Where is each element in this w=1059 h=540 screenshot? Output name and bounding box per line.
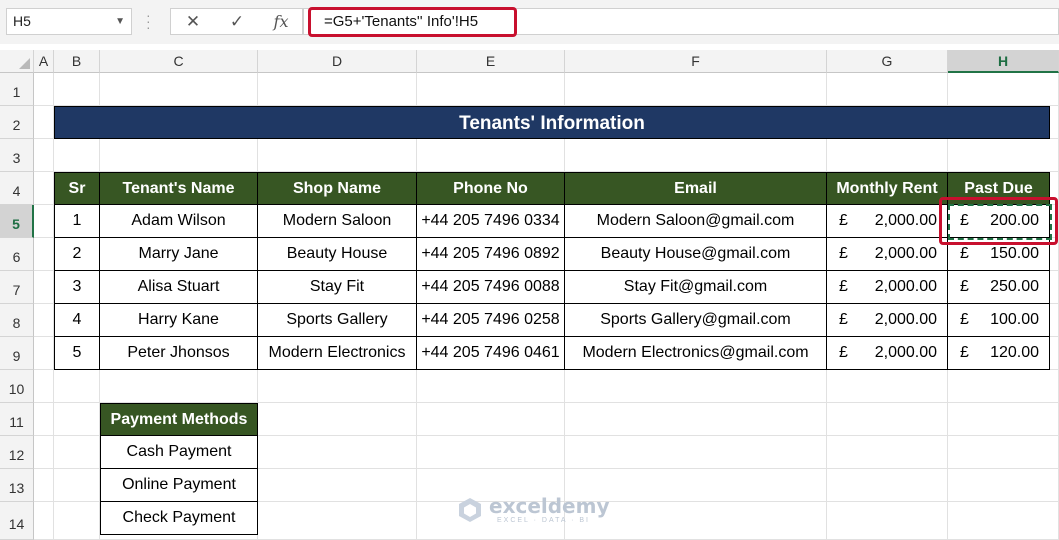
currency-symbol: £ [839, 245, 848, 262]
currency-symbol: £ [839, 311, 848, 328]
table-header-cell: Sr [54, 172, 100, 205]
row-header-1[interactable]: 1 [0, 73, 34, 106]
table-cell-shop[interactable]: Modern Electronics [258, 337, 417, 370]
table-title: Tenants' Information [54, 106, 1050, 139]
table-cell-name[interactable]: Adam Wilson [100, 205, 258, 238]
table-header-cell: Tenant's Name [100, 172, 258, 205]
table-cell-sr[interactable]: 2 [54, 238, 100, 271]
table-cell-due[interactable]: £250.00 [948, 271, 1050, 304]
column-header-a[interactable]: A [34, 50, 54, 73]
table-cell-email[interactable]: Stay Fit@gmail.com [565, 271, 827, 304]
payment-method-item[interactable]: Cash Payment [100, 436, 258, 469]
payment-method-item[interactable]: Check Payment [100, 502, 258, 535]
row-header-5[interactable]: 5 [0, 205, 34, 238]
table-cell-sr[interactable]: 3 [54, 271, 100, 304]
row-header-13[interactable]: 13 [0, 469, 34, 502]
table-cell-rent[interactable]: £2,000.00 [827, 304, 948, 337]
table-cell-name[interactable]: Marry Jane [100, 238, 258, 271]
row-header-9[interactable]: 9 [0, 337, 34, 370]
column-header-b[interactable]: B [54, 50, 100, 73]
currency-value: 100.00 [990, 311, 1039, 328]
table-cell-email[interactable]: Sports Gallery@gmail.com [565, 304, 827, 337]
table-cell-name[interactable]: Peter Jhonsos [100, 337, 258, 370]
row-header-6[interactable]: 6 [0, 238, 34, 271]
currency-symbol: £ [839, 212, 848, 229]
table-cell-rent[interactable]: £2,000.00 [827, 337, 948, 370]
table-cell-shop[interactable]: Sports Gallery [258, 304, 417, 337]
column-header-c[interactable]: C [100, 50, 258, 73]
currency-value: 2,000.00 [874, 278, 937, 295]
currency-symbol: £ [839, 344, 848, 361]
insert-function-icon[interactable]: fx [261, 9, 301, 34]
enter-icon[interactable]: ✓ [217, 9, 257, 34]
table-cell-sr[interactable]: 5 [54, 337, 100, 370]
column-header-h[interactable]: H [948, 50, 1059, 73]
table-cell-phone[interactable]: +44 205 7496 0892 [417, 238, 565, 271]
row-header-14[interactable]: 14 [0, 502, 34, 540]
row-header-10[interactable]: 10 [0, 370, 34, 403]
currency-value: 120.00 [990, 344, 1039, 361]
row-header-4[interactable]: 4 [0, 172, 34, 205]
table-cell-sr[interactable]: 1 [54, 205, 100, 238]
row-header-7[interactable]: 7 [0, 271, 34, 304]
currency-symbol: £ [960, 344, 969, 361]
table-header-cell: Phone No [417, 172, 565, 205]
column-header-e[interactable]: E [417, 50, 565, 73]
currency-symbol: £ [960, 311, 969, 328]
currency-value: 2,000.00 [874, 344, 937, 361]
table-cell-shop[interactable]: Beauty House [258, 238, 417, 271]
exceldemy-logo-icon [459, 498, 481, 522]
table-cell-phone[interactable]: +44 205 7496 0088 [417, 271, 565, 304]
table-cell-name[interactable]: Harry Kane [100, 304, 258, 337]
table-cell-sr[interactable]: 4 [54, 304, 100, 337]
table-cell-rent[interactable]: £2,000.00 [827, 238, 948, 271]
watermark-tagline: EXCEL · DATA · BI [497, 517, 590, 524]
row-header-11[interactable]: 11 [0, 403, 34, 436]
name-box[interactable]: H5 ▼ [6, 8, 132, 35]
formula-highlight-box [308, 7, 517, 37]
table-cell-email[interactable]: Modern Electronics@gmail.com [565, 337, 827, 370]
currency-value: 2,000.00 [874, 245, 937, 262]
column-header-d[interactable]: D [258, 50, 417, 73]
currency-symbol: £ [960, 278, 969, 295]
name-box-value: H5 [13, 13, 31, 29]
table-cell-shop[interactable]: Stay Fit [258, 271, 417, 304]
row-header-12[interactable]: 12 [0, 436, 34, 469]
table-cell-due[interactable]: £120.00 [948, 337, 1050, 370]
table-cell-phone[interactable]: +44 205 7496 0461 [417, 337, 565, 370]
currency-value: 2,000.00 [874, 212, 937, 229]
table-header-cell: Email [565, 172, 827, 205]
selected-cell-highlight-box [939, 197, 1058, 245]
table-cell-rent[interactable]: £2,000.00 [827, 205, 948, 238]
payment-methods-header: Payment Methods [100, 403, 258, 436]
cancel-icon[interactable]: ✕ [173, 9, 213, 34]
table-cell-shop[interactable]: Modern Saloon [258, 205, 417, 238]
row-header-3[interactable]: 3 [0, 139, 34, 172]
column-header-g[interactable]: G [827, 50, 948, 73]
chevron-down-icon[interactable]: ▼ [115, 9, 125, 34]
table-cell-email[interactable]: Modern Saloon@gmail.com [565, 205, 827, 238]
table-cell-name[interactable]: Alisa Stuart [100, 271, 258, 304]
table-cell-phone[interactable]: +44 205 7496 0258 [417, 304, 565, 337]
drag-handle-icon[interactable]: · · · [146, 8, 151, 34]
currency-value: 2,000.00 [874, 311, 937, 328]
currency-value: 250.00 [990, 278, 1039, 295]
table-header-cell: Monthly Rent [827, 172, 948, 205]
table-cell-phone[interactable]: +44 205 7496 0334 [417, 205, 565, 238]
select-all-button[interactable] [0, 50, 34, 73]
column-header-f[interactable]: F [565, 50, 827, 73]
formula-bar: H5 ▼ · · · ✕ ✓ fx =G5+'Tenants'' Info'!H5 [0, 0, 1059, 44]
exceldemy-watermark: exceldemy EXCEL · DATA · BI [455, 494, 615, 526]
row-header-8[interactable]: 8 [0, 304, 34, 337]
table-header-cell: Shop Name [258, 172, 417, 205]
table-cell-email[interactable]: Beauty House@gmail.com [565, 238, 827, 271]
row-header-2[interactable]: 2 [0, 106, 34, 139]
payment-method-item[interactable]: Online Payment [100, 469, 258, 502]
table-cell-rent[interactable]: £2,000.00 [827, 271, 948, 304]
formula-controls: ✕ ✓ fx [170, 8, 303, 35]
currency-symbol: £ [839, 278, 848, 295]
table-cell-due[interactable]: £100.00 [948, 304, 1050, 337]
watermark-name: exceldemy [489, 494, 610, 518]
